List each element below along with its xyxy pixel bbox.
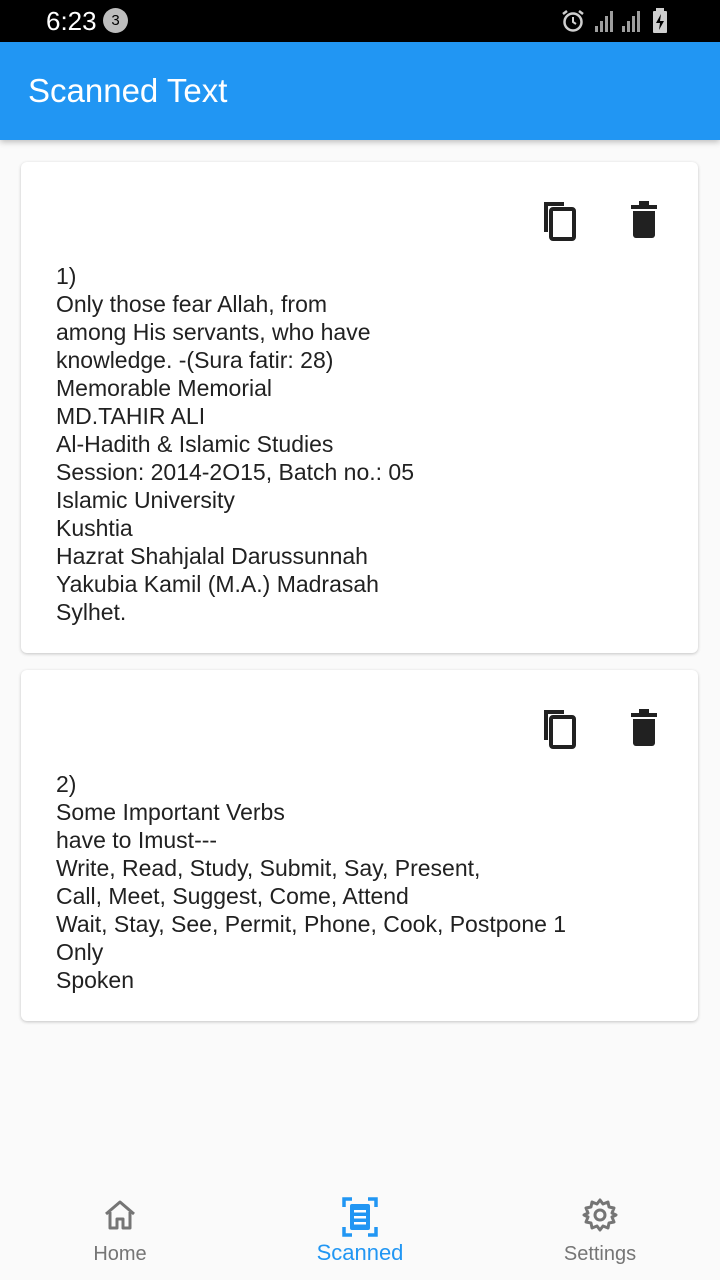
notification-count-badge: 3: [103, 8, 128, 33]
gear-icon: [582, 1198, 618, 1232]
card-body: Some Important Verbs have to Imust--- Wr…: [56, 799, 567, 993]
delete-button[interactable]: [624, 198, 664, 242]
delete-icon: [631, 709, 657, 746]
nav-item-scanned[interactable]: Scanned: [240, 1185, 480, 1280]
scanned-text-card: 2) Some Important Verbs have to Imust---…: [21, 670, 698, 1021]
copy-icon: [544, 710, 576, 749]
nav-label-scanned: Scanned: [316, 1240, 404, 1265]
nav-item-home[interactable]: Home: [0, 1185, 240, 1280]
copy-button[interactable]: [539, 198, 579, 242]
signal-icon: [595, 11, 613, 32]
app-bar: Scanned Text: [0, 42, 720, 140]
nav-label-home: Home: [93, 1243, 147, 1265]
scanned-text-card: 1) Only those fear Allah, from among His…: [21, 162, 698, 653]
page-title: Scanned Text: [28, 72, 228, 109]
document-scan-icon: [342, 1197, 378, 1237]
bottom-navigation: Home Scanned Settings: [0, 1185, 720, 1280]
home-icon: [105, 1200, 135, 1230]
copy-button[interactable]: [539, 706, 579, 750]
card-index: 1): [56, 263, 77, 289]
card-index: 2): [56, 771, 77, 797]
signal-icon: [622, 11, 640, 32]
battery-charging-icon: [653, 8, 667, 33]
delete-icon: [631, 201, 657, 238]
nav-item-settings[interactable]: Settings: [480, 1185, 720, 1280]
card-text: 2) Some Important Verbs have to Imust---…: [56, 770, 678, 994]
alarm-icon: [562, 10, 584, 32]
status-time: 6:23: [46, 6, 97, 36]
copy-icon: [544, 202, 576, 241]
status-bar: 6:23 3: [0, 0, 720, 42]
status-icons: [560, 8, 680, 34]
card-text: 1) Only those fear Allah, from among His…: [56, 262, 678, 626]
card-body: Only those fear Allah, from among His se…: [56, 291, 415, 625]
delete-button[interactable]: [624, 706, 664, 750]
nav-label-settings: Settings: [563, 1243, 637, 1265]
